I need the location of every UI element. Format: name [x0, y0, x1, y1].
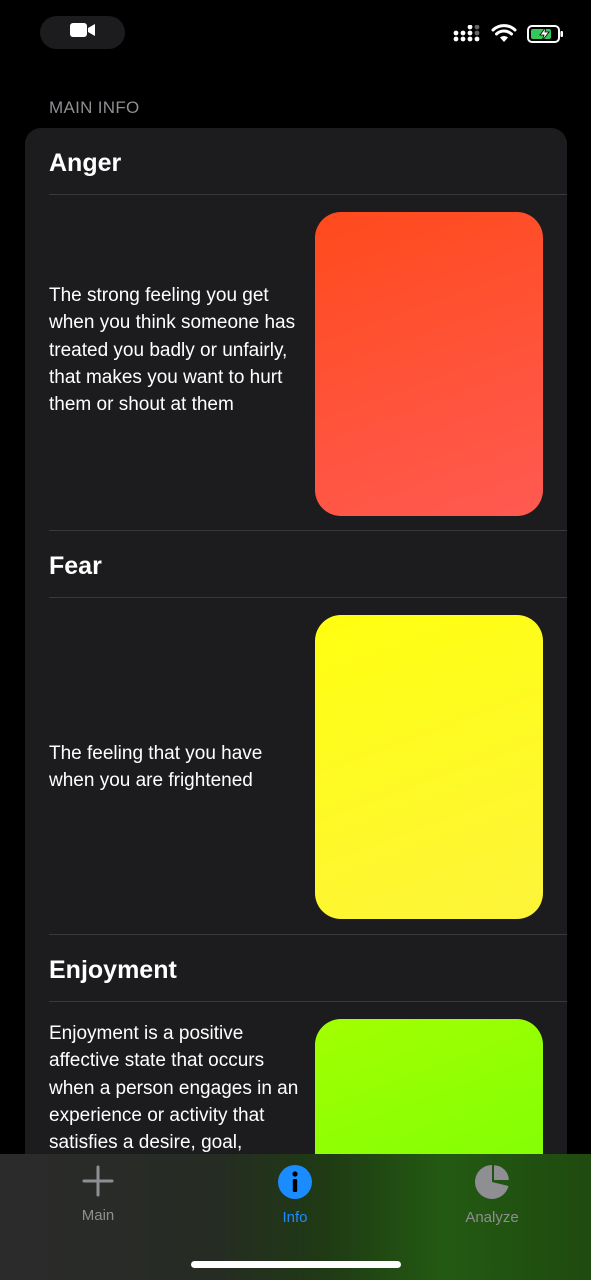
divider	[49, 1001, 567, 1002]
emotions-list: Anger The strong feeling you get when yo…	[25, 128, 567, 1228]
pie-chart-icon	[474, 1164, 510, 1205]
emotion-description: Enjoyment is a positive affective state …	[49, 1023, 299, 1154]
emotion-description: The strong feeling you get when you thin…	[49, 285, 296, 416]
emotion-description: The feeling that you have when you are f…	[49, 743, 263, 792]
tab-label: Info	[282, 1209, 308, 1226]
camera-indicator[interactable]	[40, 16, 125, 49]
tab-main[interactable]: Main	[43, 1164, 153, 1234]
color-swatch-fear	[315, 615, 543, 919]
battery-charging-icon	[527, 24, 565, 49]
tab-label: Main	[81, 1207, 115, 1224]
cellular-signal-icon	[453, 24, 481, 48]
divider	[49, 597, 567, 598]
wifi-icon	[491, 24, 517, 49]
tab-info[interactable]: Info	[240, 1164, 350, 1234]
video-camera-icon	[69, 21, 97, 44]
tab-analyze[interactable]: Analyze	[437, 1164, 547, 1234]
tab-label: Analyze	[465, 1209, 519, 1226]
home-indicator	[191, 1261, 401, 1268]
plus-icon	[81, 1164, 115, 1203]
emotion-title: Fear	[49, 552, 102, 580]
divider	[49, 530, 567, 531]
divider	[49, 934, 567, 935]
info-icon	[277, 1164, 313, 1205]
section-header: MAIN INFO	[49, 98, 140, 117]
status-icons	[453, 24, 565, 49]
emotion-title: Enjoyment	[49, 956, 177, 984]
status-bar	[0, 0, 591, 64]
emotion-title: Anger	[49, 149, 122, 177]
divider	[49, 194, 567, 195]
color-swatch-anger	[315, 212, 543, 516]
